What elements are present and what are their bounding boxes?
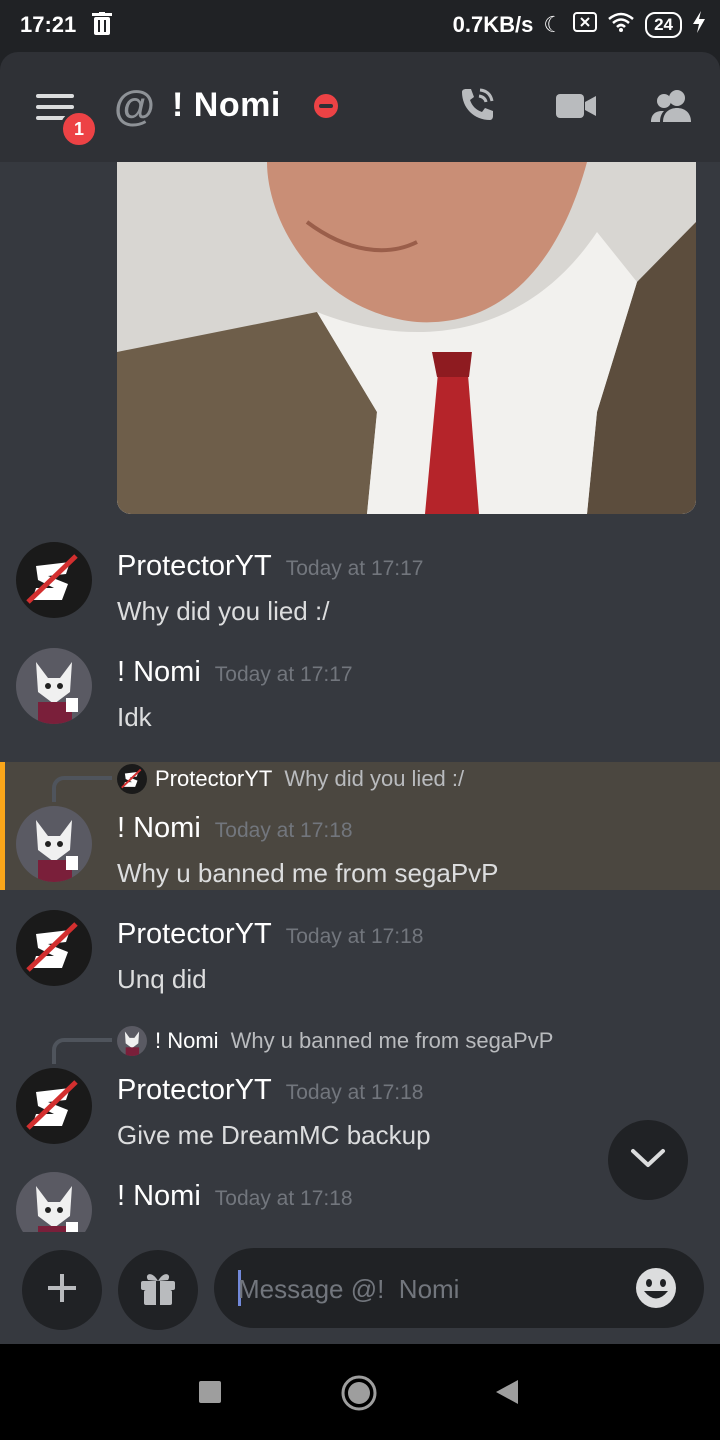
net-speed: 0.7KB/s bbox=[452, 12, 534, 37]
add-attachment-button[interactable] bbox=[22, 1250, 102, 1330]
at-icon: @ bbox=[114, 82, 155, 129]
message-author: ! Nomi Today at 17:17 bbox=[117, 656, 353, 689]
back-icon[interactable] bbox=[494, 1378, 520, 1411]
chevron-down-icon bbox=[630, 1147, 666, 1174]
dnd-status-icon bbox=[314, 94, 338, 118]
avatar[interactable] bbox=[16, 542, 92, 618]
message-author: ProtectorYT Today at 17:17 bbox=[117, 550, 424, 583]
message-timestamp: Today at 17:18 bbox=[285, 925, 424, 948]
message-timestamp: Today at 17:18 bbox=[214, 1187, 353, 1210]
message-timestamp: Today at 17:17 bbox=[214, 663, 353, 686]
avatar[interactable] bbox=[16, 806, 92, 882]
message-timestamp: Today at 17:18 bbox=[285, 1081, 424, 1104]
avatar[interactable] bbox=[16, 1172, 92, 1232]
reply-preview[interactable]: ! Nomi Why u banned me from segaPvP bbox=[117, 1026, 553, 1056]
author-name[interactable]: ! Nomi bbox=[117, 812, 201, 844]
author-name[interactable]: ProtectorYT bbox=[117, 918, 272, 950]
trash-icon bbox=[92, 12, 112, 42]
message-text: Unq did bbox=[117, 964, 207, 994]
reply-author: ! Nomi bbox=[155, 1028, 219, 1053]
reply-preview[interactable]: ProtectorYT Why did you lied :/ bbox=[117, 764, 464, 794]
embedded-image[interactable] bbox=[117, 162, 696, 514]
video-call-icon[interactable] bbox=[554, 86, 598, 126]
phone-call-icon[interactable] bbox=[456, 86, 500, 126]
message-timestamp: Today at 17:17 bbox=[285, 557, 424, 580]
message-text: Idk bbox=[117, 702, 152, 732]
moon-icon: ☾ bbox=[543, 12, 564, 37]
scroll-to-bottom-button[interactable] bbox=[608, 1120, 688, 1200]
mention-highlight-bar bbox=[0, 762, 5, 890]
page-title: ! Nomi bbox=[172, 86, 281, 124]
message-list[interactable]: ProtectorYT Today at 17:17 Why did you li… bbox=[0, 162, 720, 1232]
author-name[interactable]: ! Nomi bbox=[117, 1180, 201, 1212]
message-input-container[interactable] bbox=[214, 1248, 704, 1328]
reply-text: Why u banned me from segaPvP bbox=[230, 1028, 554, 1053]
author-name[interactable]: ProtectorYT bbox=[117, 1074, 272, 1106]
message-author: ProtectorYT Today at 17:18 bbox=[117, 1074, 424, 1107]
message-author: ! Nomi Today at 17:18 bbox=[117, 812, 353, 845]
reply-connector bbox=[52, 1038, 112, 1064]
status-time: 17:21 bbox=[20, 12, 77, 37]
notification-badge: 1 bbox=[60, 110, 98, 148]
message-text: Why u banned me from segaPvP bbox=[117, 858, 499, 888]
plus-icon bbox=[46, 1272, 78, 1309]
author-name[interactable]: ! Nomi bbox=[117, 656, 201, 688]
avatar bbox=[117, 764, 147, 794]
charging-icon bbox=[692, 11, 706, 39]
home-icon[interactable] bbox=[340, 1374, 378, 1417]
reply-text: Why did you lied :/ bbox=[284, 766, 465, 791]
avatar[interactable] bbox=[16, 910, 92, 986]
reply-connector bbox=[52, 776, 112, 802]
battery-indicator: 24 bbox=[645, 12, 682, 38]
author-name[interactable]: ProtectorYT bbox=[117, 550, 272, 582]
message-author: ! Nomi Today at 17:18 bbox=[117, 1180, 353, 1213]
avatar[interactable] bbox=[16, 648, 92, 724]
system-navigation-bar bbox=[0, 1344, 720, 1440]
sim-off-icon bbox=[573, 12, 598, 38]
members-icon[interactable] bbox=[650, 86, 694, 126]
wifi-icon bbox=[607, 11, 635, 39]
reply-author: ProtectorYT bbox=[155, 766, 273, 791]
status-bar: 17:21 0.7KB/s ☾ 24 bbox=[0, 0, 720, 52]
avatar bbox=[117, 1026, 147, 1056]
channel-header: @ ! Nomi bbox=[0, 52, 720, 162]
message-composer bbox=[0, 1232, 720, 1344]
highlighted-message[interactable]: ProtectorYT Why did you lied :/ ! Nomi To… bbox=[0, 762, 720, 890]
recents-icon[interactable] bbox=[198, 1380, 222, 1409]
message-text: Why did you lied :/ bbox=[117, 596, 330, 626]
avatar[interactable] bbox=[16, 1068, 92, 1144]
gift-icon bbox=[138, 1268, 178, 1313]
message-input[interactable] bbox=[236, 1266, 620, 1312]
message-text: Give me DreamMC backup bbox=[117, 1120, 431, 1150]
emoji-icon[interactable] bbox=[634, 1266, 678, 1315]
message-timestamp: Today at 17:18 bbox=[214, 819, 353, 842]
gift-button[interactable] bbox=[118, 1250, 198, 1330]
message-author: ProtectorYT Today at 17:18 bbox=[117, 918, 424, 951]
